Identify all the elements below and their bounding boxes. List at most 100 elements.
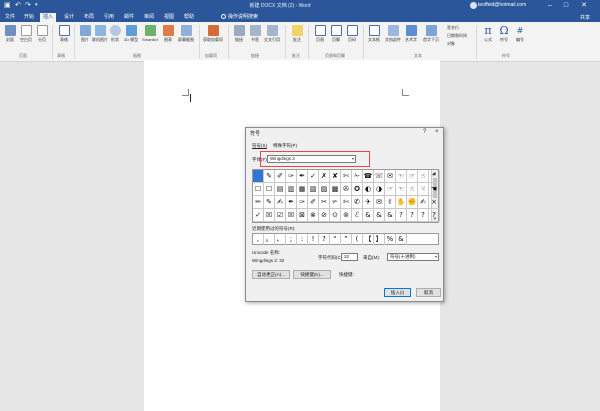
bookmark-button[interactable]: 书签 xyxy=(247,25,263,43)
shapes-button[interactable]: 形状 xyxy=(107,25,123,43)
object-item[interactable]: 对象 xyxy=(447,41,455,47)
symbol-cell[interactable]: ✊ xyxy=(407,196,418,209)
symbol-cell[interactable]: ✁ xyxy=(352,170,363,183)
symbol-cell[interactable]: ✍ xyxy=(418,196,429,209)
symbol-cell[interactable]: ? xyxy=(418,209,429,222)
maximize-icon[interactable]: □ xyxy=(560,1,572,11)
recent-symbol-cell[interactable]: 【 xyxy=(363,234,374,245)
symbol-cell[interactable]: ▥ xyxy=(286,183,297,196)
symbol-cell[interactable]: ✑ xyxy=(297,196,308,209)
symbol-cell[interactable]: ✎ xyxy=(264,196,275,209)
recent-symbol-cell[interactable]: : xyxy=(297,234,308,245)
symbol-cell[interactable]: ▤ xyxy=(275,183,286,196)
symbol-cell[interactable]: ☟ xyxy=(418,183,429,196)
symbol-cell[interactable]: ☒ xyxy=(264,209,275,222)
symbol-cell[interactable]: ☎ xyxy=(363,170,374,183)
header-button[interactable]: 页眉 xyxy=(312,25,328,43)
symbol-cell[interactable]: ⊠ xyxy=(297,209,308,222)
symbol-cell[interactable]: ✍ xyxy=(275,196,286,209)
cover-page-button[interactable]: 封面 xyxy=(2,25,18,43)
symbol-cell[interactable]: ▩ xyxy=(330,183,341,196)
symbol-cell[interactable]: ? xyxy=(407,209,418,222)
symbol-cell[interactable]: ✇ xyxy=(341,183,352,196)
recent-symbol-cell[interactable]: 】 xyxy=(374,234,385,245)
symbol-cell[interactable]: ☝ xyxy=(418,170,429,183)
date-time-item[interactable]: 日期和时间 xyxy=(447,33,467,39)
autocorrect-button[interactable]: 自动更正(A)... xyxy=(252,270,290,279)
symbol-cell[interactable]: ☞ xyxy=(407,170,418,183)
symbol-cell[interactable]: ⊚ xyxy=(341,209,352,222)
insert-button[interactable]: 插入(I) xyxy=(384,288,411,297)
symbol-cell[interactable]: ❝ xyxy=(429,170,440,183)
user-account[interactable]: teoffeid@hotmail.com xyxy=(478,2,526,8)
symbol-cell[interactable]: & xyxy=(374,209,385,222)
symbol-cell[interactable]: ✃ xyxy=(330,196,341,209)
symbol-cell[interactable]: ✓ xyxy=(253,209,264,222)
link-button[interactable]: 链接 xyxy=(231,25,247,43)
screenshot-button[interactable]: 屏幕截图 xyxy=(176,25,196,43)
recent-symbol-cell[interactable]: ; xyxy=(286,234,297,245)
symbol-cell[interactable]: ◑ xyxy=(374,183,385,196)
page-break-button[interactable]: 分页 xyxy=(34,25,50,43)
comment-button[interactable]: 批注 xyxy=(289,25,305,43)
symbol-cell[interactable]: ☒ xyxy=(286,209,297,222)
recent-symbol-cell[interactable]: & xyxy=(396,234,407,245)
symbol-cell[interactable]: ? xyxy=(396,209,407,222)
share-button[interactable]: 共享 xyxy=(580,14,590,21)
redo-icon[interactable]: ↷ xyxy=(25,2,31,9)
tab-insert[interactable]: 插入 xyxy=(40,13,57,22)
symbol-cell[interactable]: ✘ xyxy=(330,170,341,183)
page-number-button[interactable]: 页码 xyxy=(344,25,360,43)
symbol-cell[interactable]: ▨ xyxy=(319,183,330,196)
signature-line-item[interactable]: 签名行 xyxy=(447,25,459,31)
symbol-cell[interactable]: × xyxy=(429,196,440,209)
undo-icon[interactable]: ↶ xyxy=(15,2,21,9)
tab-references[interactable]: 引用 xyxy=(101,13,117,22)
symbol-cell[interactable]: ✒ xyxy=(286,196,297,209)
tab-design[interactable]: 设计 xyxy=(61,13,77,22)
tab-layout[interactable]: 布局 xyxy=(81,13,97,22)
pictures-button[interactable]: 图片 xyxy=(77,25,93,43)
recent-symbol-cell[interactable]: 、 xyxy=(275,234,286,245)
cross-reference-button[interactable]: 交叉引用 xyxy=(263,25,281,43)
symbol-cell[interactable]: ✌ xyxy=(385,196,396,209)
symbol-cell[interactable]: & xyxy=(363,209,374,222)
shortcut-key-button[interactable]: 快捷键(K)... xyxy=(293,270,331,279)
symbol-cell[interactable]: ✆ xyxy=(352,196,363,209)
online-pictures-button[interactable]: 联机图片 xyxy=(92,25,108,43)
character-code-input[interactable]: 32 xyxy=(341,253,358,261)
symbol-cell[interactable]: ✐ xyxy=(308,196,319,209)
symbol-cell[interactable]: ☏ xyxy=(374,170,385,183)
symbol-cell[interactable]: ✗ xyxy=(319,170,330,183)
symbol-cell[interactable]: ✐ xyxy=(275,170,286,183)
symbol-cell[interactable]: ✓ xyxy=(308,170,319,183)
blank-page-button[interactable]: 空白页 xyxy=(18,25,34,43)
recent-symbol-cell[interactable]: “ xyxy=(330,234,341,245)
tell-me-search[interactable]: 操作说明搜索 xyxy=(221,13,258,22)
close-icon[interactable]: × xyxy=(435,129,439,135)
recent-symbol-cell[interactable]: ( xyxy=(352,234,363,245)
symbol-cell[interactable]: ☐ xyxy=(253,183,264,196)
symbol-cell[interactable]: ◐ xyxy=(363,183,374,196)
help-icon[interactable]: ? xyxy=(423,129,426,135)
symbol-cell[interactable]: ✂ xyxy=(319,196,330,209)
symbol-cell[interactable]: ☞ xyxy=(385,183,396,196)
symbol-cell[interactable]: ☜ xyxy=(396,183,407,196)
symbol-cell[interactable]: ✄ xyxy=(341,170,352,183)
symbol-cell[interactable]: ✑ xyxy=(286,170,297,183)
symbol-cell[interactable]: ☐ xyxy=(264,183,275,196)
symbol-cell[interactable]: ✉ xyxy=(374,196,385,209)
tab-help[interactable]: 帮助 xyxy=(181,13,197,22)
symbol-cell[interactable]: ℰ xyxy=(352,209,363,222)
symbol-button[interactable]: Ω 符号 xyxy=(496,25,512,43)
symbol-cell[interactable]: ☑ xyxy=(275,209,286,222)
symbol-cell[interactable]: ✄ xyxy=(341,196,352,209)
equation-button[interactable]: π 公式 xyxy=(480,25,496,43)
symbol-cell[interactable]: ✉ xyxy=(385,170,396,183)
symbol-cell[interactable]: ⊗ xyxy=(308,209,319,222)
symbol-cell[interactable] xyxy=(253,170,264,183)
tab-mailings[interactable]: 邮件 xyxy=(121,13,137,22)
symbol-cell[interactable]: ? xyxy=(429,209,440,222)
symbol-cell[interactable]: ☜ xyxy=(396,170,407,183)
symbol-cell[interactable]: ✋ xyxy=(396,196,407,209)
